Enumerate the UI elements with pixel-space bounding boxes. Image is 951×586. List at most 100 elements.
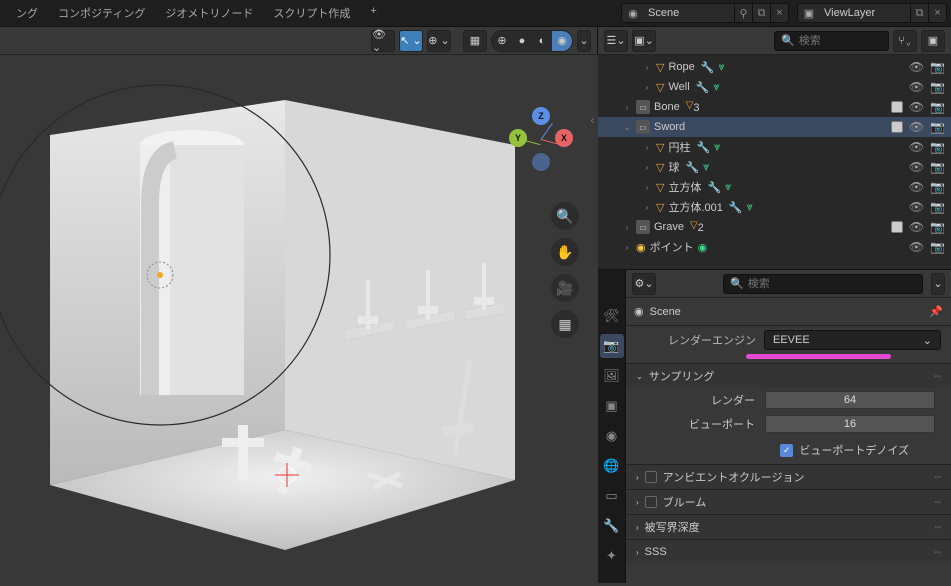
tab-3[interactable]: スクリプト作成 bbox=[263, 1, 360, 25]
axis-x[interactable]: X bbox=[555, 129, 573, 147]
tab-2[interactable]: ジオメトリノード bbox=[155, 1, 263, 25]
crumb-scene[interactable]: Scene bbox=[650, 306, 681, 318]
shading-dropdown[interactable]: ⌄ bbox=[577, 30, 591, 52]
new-collection-button[interactable]: ▣ bbox=[921, 30, 945, 52]
ao-panel-header[interactable]: ›アンビエントオクルージョン┅ bbox=[626, 465, 951, 489]
dof-panel-header[interactable]: ›被写界深度┅ bbox=[626, 515, 951, 539]
visibility-toggle[interactable]: 👁 bbox=[909, 240, 924, 254]
viewport-canvas[interactable] bbox=[0, 55, 598, 583]
vertex-icon[interactable]: ⩔ bbox=[718, 61, 724, 74]
overlay-toggle[interactable]: ▦ bbox=[463, 30, 487, 52]
search-input[interactable] bbox=[799, 35, 882, 47]
vertex-icon[interactable]: ⩔ bbox=[725, 181, 731, 194]
add-workspace-button[interactable]: + bbox=[360, 1, 386, 25]
render-toggle[interactable]: 📷 bbox=[930, 240, 945, 254]
outliner-row[interactable]: ›▽円柱🔧⩔👁📷 bbox=[598, 137, 951, 157]
ao-checkbox[interactable] bbox=[645, 471, 657, 483]
pan-button[interactable]: ✋ bbox=[551, 238, 579, 266]
visibility-toggle[interactable]: 👁 bbox=[909, 220, 924, 234]
render-engine-select[interactable]: EEVEE⌄ bbox=[764, 330, 941, 350]
render-toggle[interactable]: 📷 bbox=[930, 140, 945, 154]
outliner-row[interactable]: ›▭Bone▽3👁📷 bbox=[598, 97, 951, 117]
selectability-button[interactable]: ↖ ⌄ bbox=[399, 30, 423, 52]
render-toggle[interactable]: 📷 bbox=[930, 160, 945, 174]
scene-selector[interactable]: ◉ Scene ⚲ ⧉ × bbox=[621, 3, 789, 23]
collapse-arrow[interactable]: ‹ bbox=[591, 115, 594, 126]
tab-0[interactable]: ング bbox=[6, 1, 48, 25]
render-toggle[interactable]: 📷 bbox=[930, 180, 945, 194]
outliner-row[interactable]: ›▽立方体🔧⩔👁📷 bbox=[598, 177, 951, 197]
render-toggle[interactable]: 📷 bbox=[930, 60, 945, 74]
visibility-toggle[interactable]: 👁 bbox=[909, 140, 924, 154]
visibility-toggle[interactable]: 👁 bbox=[909, 120, 924, 134]
modifier-icon[interactable]: 🔧 bbox=[701, 61, 715, 74]
visibility-toggle[interactable]: 👁 bbox=[909, 200, 924, 214]
pin-icon[interactable]: ⚲ bbox=[734, 4, 752, 22]
outliner-row[interactable]: ›▽Well🔧⩔👁📷 bbox=[598, 77, 951, 97]
close-icon[interactable]: × bbox=[928, 4, 946, 22]
modifier-icon[interactable]: 🔧 bbox=[707, 181, 721, 194]
solid-mode[interactable]: ● bbox=[512, 31, 532, 51]
tab-particles[interactable]: ✦ bbox=[600, 544, 624, 568]
tab-output[interactable]: 🖼 bbox=[600, 364, 624, 388]
nav-gizmo[interactable]: Z Y X bbox=[513, 111, 569, 167]
visibility-toggle[interactable]: 👁 bbox=[909, 160, 924, 174]
render-toggle[interactable]: 📷 bbox=[930, 100, 945, 114]
axis-y[interactable]: Y bbox=[509, 129, 527, 147]
outliner-row[interactable]: ›▽Rope🔧⩔👁📷 bbox=[598, 57, 951, 77]
copy-icon[interactable]: ⧉ bbox=[910, 4, 928, 22]
rendered-mode[interactable]: ◉ bbox=[552, 31, 572, 51]
axis-neg-z[interactable] bbox=[532, 153, 550, 171]
tab-modifier[interactable]: 🔧 bbox=[600, 514, 624, 538]
exclude-checkbox[interactable] bbox=[891, 221, 903, 233]
matcap-mode[interactable]: ◐ bbox=[532, 31, 552, 51]
tab-viewlayer[interactable]: ▣ bbox=[600, 394, 624, 418]
visibility-toggle[interactable]: 👁 bbox=[909, 60, 924, 74]
vertex-icon[interactable]: ⩔ bbox=[747, 201, 753, 214]
lamp-data-icon[interactable]: ◉ bbox=[698, 241, 708, 254]
outliner-row[interactable]: ⌄▭Sword👁📷 bbox=[598, 117, 951, 137]
tab-1[interactable]: コンポジティング bbox=[48, 1, 155, 25]
vertex-icon[interactable]: ⩔ bbox=[703, 161, 709, 174]
viewport-3d[interactable]: 👁 ⌄ ↖ ⌄ ⊕ ⌄ ▦ ⊕ ● ◐ ◉ ⌄ オプション⌄ bbox=[0, 27, 598, 583]
visibility-toggle[interactable]: 👁 bbox=[909, 100, 924, 114]
vertex-icon[interactable]: ⩔ bbox=[713, 81, 719, 94]
render-toggle[interactable]: 📷 bbox=[930, 200, 945, 214]
display-mode-dropdown[interactable]: ▣⌄ bbox=[632, 30, 656, 52]
outliner-row[interactable]: ›▽球🔧⩔👁📷 bbox=[598, 157, 951, 177]
modifier-icon[interactable]: 🔧 bbox=[696, 141, 710, 154]
outliner-search[interactable]: 🔍 bbox=[774, 31, 889, 51]
bloom-checkbox[interactable] bbox=[645, 496, 657, 508]
tab-object[interactable]: ▭ bbox=[600, 484, 624, 508]
copy-icon[interactable]: ⧉ bbox=[752, 4, 770, 22]
zoom-button[interactable]: 🔍 bbox=[551, 202, 579, 230]
tab-render[interactable]: 📷 bbox=[600, 334, 624, 358]
outliner-row[interactable]: ›◉ポイント◉👁📷 bbox=[598, 237, 951, 257]
denoise-checkbox[interactable]: ✓ bbox=[780, 444, 793, 457]
filter-button[interactable]: ⑂⌄ bbox=[893, 30, 917, 52]
camera-view-button[interactable]: 🎥 bbox=[551, 274, 579, 302]
tab-world[interactable]: 🌐 bbox=[600, 454, 624, 478]
outliner-row[interactable]: ›▭Grave▽2👁📷 bbox=[598, 217, 951, 237]
pin-icon[interactable]: 📌 bbox=[929, 305, 943, 318]
visibility-dropdown[interactable]: 👁 ⌄ bbox=[371, 30, 395, 52]
modifier-icon[interactable]: 🔧 bbox=[696, 81, 710, 94]
exclude-checkbox[interactable] bbox=[891, 121, 903, 133]
props-options[interactable]: ⌄ bbox=[931, 273, 945, 295]
props-mode-dropdown[interactable]: ⚙⌄ bbox=[632, 273, 656, 295]
visibility-toggle[interactable]: 👁 bbox=[909, 180, 924, 194]
axis-z[interactable]: Z bbox=[532, 107, 550, 125]
sampling-panel-header[interactable]: ⌄サンプリング┅ bbox=[626, 364, 951, 388]
modifier-icon[interactable]: 🔧 bbox=[729, 201, 743, 214]
tab-tool[interactable]: 🛠 bbox=[600, 304, 624, 328]
render-toggle[interactable]: 📷 bbox=[930, 80, 945, 94]
sss-panel-header[interactable]: ›SSS┅ bbox=[626, 540, 951, 564]
render-samples-field[interactable]: 64 bbox=[765, 391, 935, 409]
outliner-row[interactable]: ›▽立方体.001🔧⩔👁📷 bbox=[598, 197, 951, 217]
gizmo-dropdown[interactable]: ⊕ ⌄ bbox=[427, 30, 451, 52]
props-search-input[interactable] bbox=[748, 278, 916, 290]
exclude-checkbox[interactable] bbox=[891, 101, 903, 113]
outliner-mode-dropdown[interactable]: ☰⌄ bbox=[604, 30, 628, 52]
bloom-panel-header[interactable]: ›ブルーム┅ bbox=[626, 490, 951, 514]
wireframe-mode[interactable]: ⊕ bbox=[492, 31, 512, 51]
